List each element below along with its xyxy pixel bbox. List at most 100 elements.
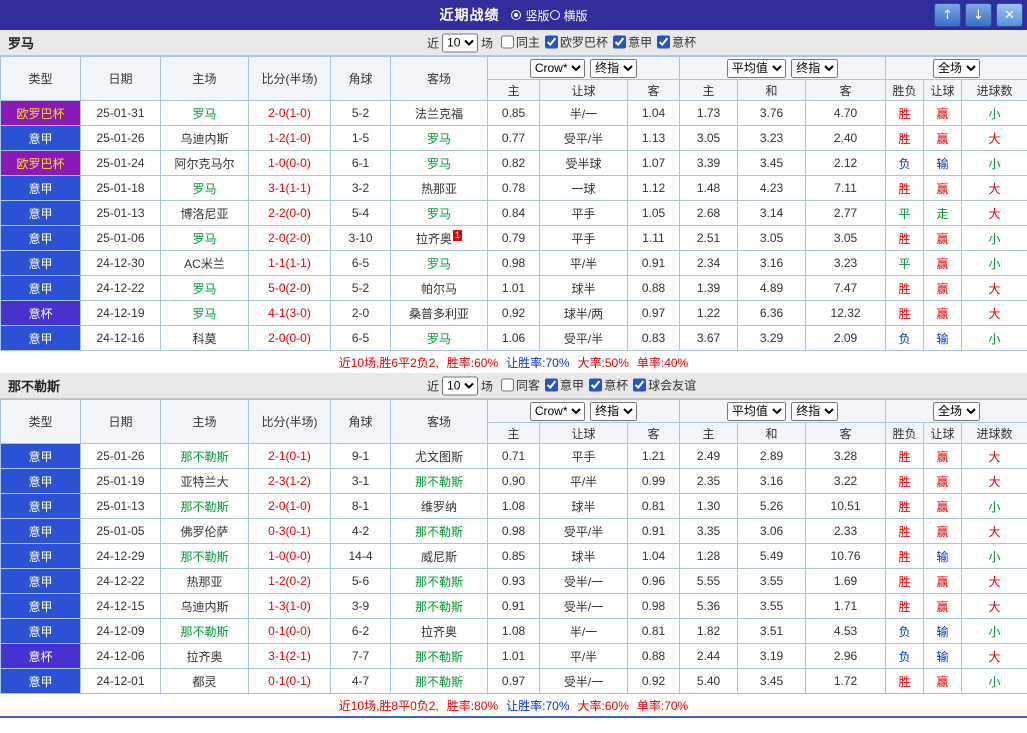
odds-stage-select[interactable]: 终指 [590,402,637,421]
team-link: 博洛尼亚 [180,207,228,221]
filter-同客[interactable]: 同客 [501,377,540,394]
result-wdl: 平 [886,201,924,226]
odds-handicap: 半/一 [540,101,628,126]
filter-label: 意甲 [560,377,584,394]
team-link: 那不勒斯 [415,675,463,689]
match-type: 意甲 [1,494,81,519]
odds-company-select[interactable]: Crow* [530,402,585,421]
filter-checkbox[interactable] [501,36,514,49]
filter-欧罗巴杯[interactable]: 欧罗巴杯 [545,34,608,51]
home-team: 科莫 [161,326,249,351]
avg-away: 12.32 [806,301,886,326]
filter-意杯[interactable]: 意杯 [657,34,696,51]
match-score: 0-1(0-0) [249,619,331,644]
section-header: 罗马 近 10 场 同主欧罗巴杯意甲意杯 [0,30,1027,56]
average-select[interactable]: 平均值 [727,59,786,78]
team-link: 罗马 [192,282,216,296]
average-stage-select[interactable]: 终指 [791,402,838,421]
avg-home: 2.49 [680,444,738,469]
home-team: 博洛尼亚 [161,201,249,226]
scroll-down-button[interactable]: ↓ [965,3,992,27]
match-type: 意甲 [1,444,81,469]
match-row: 意甲24-12-16科莫2-0(0-0)6-5罗马1.06受平/半0.833.6… [1,326,1027,351]
team-link: 乌迪内斯 [180,600,228,614]
filter-label: 意杯 [672,34,696,51]
match-row: 意甲25-01-19亚特兰大2-3(1-2)3-1那不勒斯0.90平/半0.99… [1,469,1027,494]
avg-home: 3.35 [680,519,738,544]
scope-select[interactable]: 全场 [933,59,980,78]
scope-select[interactable]: 全场 [933,402,980,421]
filter-checkbox[interactable] [545,379,558,392]
filter-意甲[interactable]: 意甲 [613,34,652,51]
avg-home: 2.35 [680,469,738,494]
average-select[interactable]: 平均值 [727,402,786,421]
filter-checkbox[interactable] [501,379,514,392]
avg-draw: 3.55 [738,569,806,594]
summary-stat: 近10场,胜6平2负2, [339,354,439,371]
layout-radio-horizontal[interactable]: 横版 [550,7,588,24]
result-handicap: 输 [924,544,962,569]
summary-stat: 大率:50% [578,354,629,371]
team-link: 都灵 [192,675,216,689]
filter-checkbox[interactable] [613,36,626,49]
result-goals: 小 [962,101,1027,126]
home-team: AC米兰 [161,251,249,276]
match-row: 意杯24-12-06拉齐奥3-1(2-1)7-7那不勒斯1.01平/半0.882… [1,644,1027,669]
match-date: 25-01-31 [81,101,161,126]
result-goals: 小 [962,619,1027,644]
result-handicap: 赢 [924,444,962,469]
summary-line: 近10场,胜8平0负2,胜率:80%让胜率:70%大率:60%单率:70% [0,694,1027,716]
avg-away: 1.72 [806,669,886,694]
odds-handicap: 受平/半 [540,519,628,544]
result-handicap: 赢 [924,276,962,301]
odds-company-select[interactable]: Crow* [530,59,585,78]
match-type: 意甲 [1,544,81,569]
match-row: 意甲25-01-18罗马3-1(1-1)3-2热那亚0.78一球1.121.48… [1,176,1027,201]
close-button[interactable]: ✕ [996,3,1023,27]
avg-away: 1.71 [806,594,886,619]
match-score: 1-3(1-0) [249,594,331,619]
match-type: 欧罗巴杯 [1,101,81,126]
team-link: 那不勒斯 [180,625,228,639]
result-goals: 大 [962,276,1027,301]
games-label: 场 [481,377,493,394]
match-row: 意甲24-12-22热那亚1-2(0-2)5-6那不勒斯0.93受半/一0.96… [1,569,1027,594]
layout-radio-vertical[interactable]: 竖版 [511,7,549,24]
scroll-up-button[interactable]: ↑ [934,3,961,27]
filter-意杯[interactable]: 意杯 [589,377,628,394]
match-count-select[interactable]: 10 [442,376,478,395]
team-link: 那不勒斯 [180,450,228,464]
team-name: 那不勒斯 [8,376,60,395]
match-score: 1-0(0-0) [249,151,331,176]
odds-stage-select[interactable]: 终指 [590,59,637,78]
sub-header-wdl: 胜负 [886,80,924,101]
match-date: 24-12-01 [81,669,161,694]
odds-home: 1.08 [488,494,540,519]
filter-同主[interactable]: 同主 [501,34,540,51]
match-score: 2-0(0-0) [249,326,331,351]
filter-球会友谊[interactable]: 球会友谊 [633,377,696,394]
col-header-score: 比分(半场) [249,57,331,101]
filter-checkbox[interactable] [657,36,670,49]
result-group-header: 全场 [886,57,1027,80]
away-team: 那不勒斯 [391,644,488,669]
summary-stat: 让胜率:70% [506,354,569,371]
filter-checkbox[interactable] [633,379,646,392]
filter-checkbox[interactable] [589,379,602,392]
average-stage-select[interactable]: 终指 [791,59,838,78]
filter-label: 同主 [516,34,540,51]
home-team: 拉齐奥 [161,644,249,669]
match-count-select[interactable]: 10 [442,33,478,52]
result-wdl: 平 [886,251,924,276]
avg-draw: 3.76 [738,101,806,126]
avg-draw: 3.55 [738,594,806,619]
match-type: 意甲 [1,176,81,201]
team-link: 罗马 [427,332,451,346]
away-team: 罗马 [391,251,488,276]
filter-checkbox[interactable] [545,36,558,49]
home-team: 罗马 [161,276,249,301]
odds-home: 0.84 [488,201,540,226]
odds-home: 0.77 [488,126,540,151]
filter-意甲[interactable]: 意甲 [545,377,584,394]
summary-stat: 胜率:60% [447,354,498,371]
